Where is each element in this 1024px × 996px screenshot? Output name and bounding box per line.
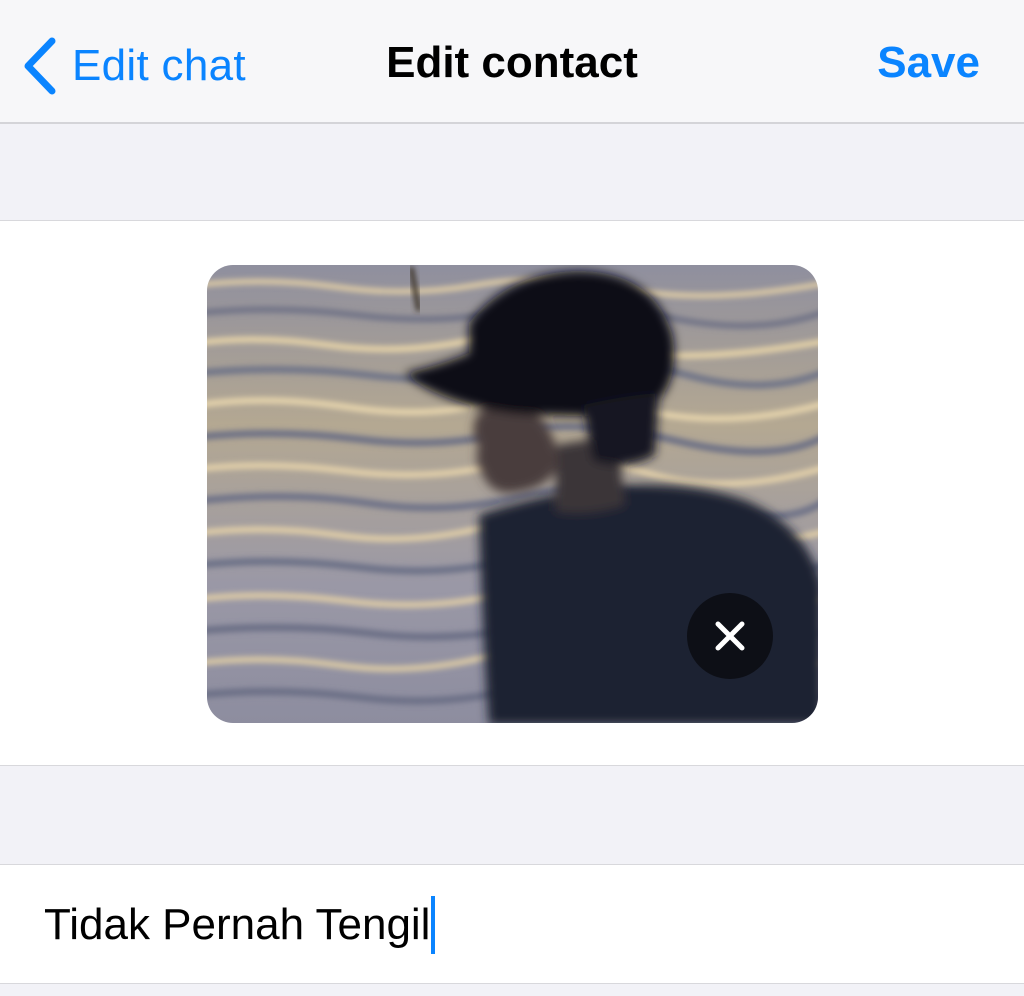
section-spacer bbox=[0, 766, 1024, 864]
close-icon bbox=[713, 619, 747, 653]
save-button[interactable]: Save bbox=[877, 38, 980, 88]
remove-photo-button[interactable] bbox=[687, 593, 773, 679]
contact-photo[interactable] bbox=[207, 265, 818, 723]
text-caret bbox=[431, 896, 436, 954]
section-spacer bbox=[0, 124, 1024, 220]
contact-name-value: Tidak Pernah Tengil bbox=[44, 900, 431, 949]
page-title: Edit contact bbox=[386, 38, 638, 87]
contact-name-field[interactable]: Tidak Pernah Tengil bbox=[44, 895, 436, 955]
contact-name-row: Tidak Pernah Tengil bbox=[0, 864, 1024, 984]
contact-photo-section bbox=[0, 220, 1024, 766]
navigation-bar: Edit chat Edit contact Save bbox=[0, 0, 1024, 124]
